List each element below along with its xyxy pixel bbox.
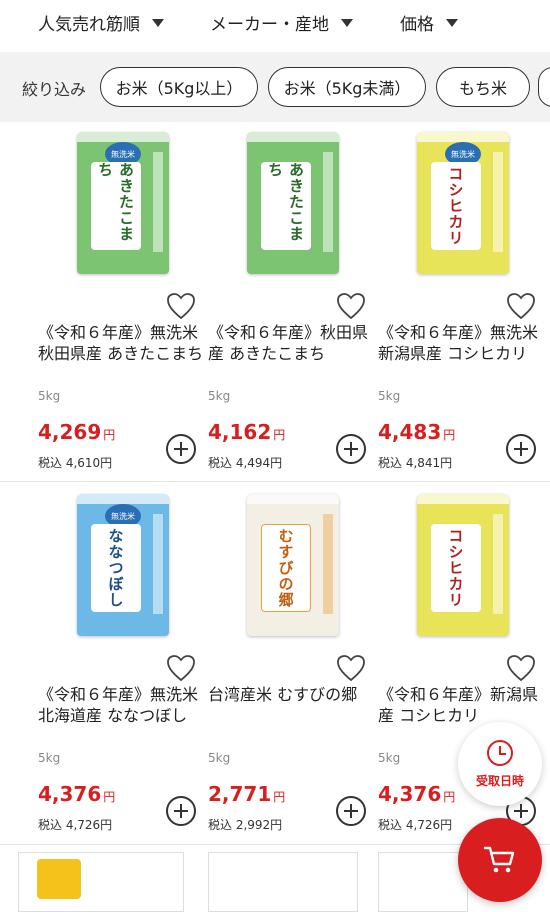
product-image[interactable]: コシヒカリ: [378, 494, 548, 664]
product-price: 4,376 円: [38, 782, 116, 806]
product-title[interactable]: 《令和６年産》秋田県産 あきたこまち: [208, 322, 374, 364]
product-card-partial[interactable]: [208, 852, 358, 912]
product-card-partial[interactable]: [18, 852, 184, 912]
favorite-heart-icon[interactable]: [336, 654, 366, 682]
product-weight: 5kg: [38, 389, 61, 403]
bag-label: コシヒカリ: [431, 524, 481, 612]
favorite-heart-icon[interactable]: [506, 292, 536, 320]
product-tax-price: 税込 4,726円: [38, 818, 113, 832]
product-price: 4,376 円: [378, 782, 456, 806]
product-title[interactable]: 《令和６年産》無洗米 北海道産 ななつぼし: [38, 684, 204, 726]
sort-maker-dropdown[interactable]: メーカー・産地: [210, 10, 353, 35]
chevron-down-icon: [341, 18, 353, 27]
sort-popular-dropdown[interactable]: 人気売れ筋順: [38, 10, 164, 35]
add-to-cart-plus-icon[interactable]: [336, 434, 366, 464]
product-weight: 5kg: [208, 751, 231, 765]
bag-label: あきたこまち: [91, 162, 141, 250]
bag-label: ななつぼし: [91, 524, 141, 612]
filter-chip-mochi-rice[interactable]: もち米: [436, 67, 530, 107]
filter-chip-rice-under-5kg[interactable]: お米（5Kg未満）: [268, 67, 426, 107]
rice-bag-image: 無洗米 コシヒカリ: [417, 132, 509, 274]
product-card[interactable]: むすびの郷 台湾産米 むすびの郷 5kg 2,771 円 税込 2,992円: [208, 494, 378, 854]
sort-maker-label: メーカー・産地: [210, 15, 329, 35]
product-tax-price: 税込 2,992円: [208, 818, 283, 832]
filter-label: 絞り込み: [22, 80, 87, 99]
pickup-datetime-button[interactable]: 受取日時: [458, 722, 542, 806]
sort-bar: 人気売れ筋順 メーカー・産地 価格: [0, 0, 550, 50]
product-price: 2,771 円: [208, 782, 286, 806]
add-to-cart-plus-icon[interactable]: [336, 796, 366, 826]
rice-bag-image: 無洗米 あきたこまち: [77, 132, 169, 274]
product-weight: 5kg: [208, 389, 231, 403]
sort-popular-label: 人気売れ筋順: [38, 15, 140, 35]
product-title[interactable]: 《令和６年産》無洗米 新潟県産 コシヒカリ: [378, 322, 544, 364]
product-tax-price: 税込 4,841円: [378, 456, 453, 470]
product-card[interactable]: 無洗米 あきたこまち 《令和６年産》無洗米 秋田県産 あきたこまち 5kg 4,…: [38, 132, 208, 492]
add-to-cart-plus-icon[interactable]: [166, 434, 196, 464]
sort-price-label: 価格: [400, 15, 434, 35]
product-title[interactable]: 《令和６年産》新潟県産 コシヒカリ: [378, 684, 544, 726]
bag-label: コシヒカリ: [431, 162, 481, 250]
clock-icon: [487, 739, 513, 766]
product-card[interactable]: 無洗米 コシヒカリ 《令和６年産》無洗米 新潟県産 コシヒカリ 5kg 4,48…: [378, 132, 548, 492]
product-card[interactable]: 無洗米 ななつぼし 《令和６年産》無洗米 北海道産 ななつぼし 5kg 4,37…: [38, 494, 208, 854]
rice-bag-image: 無洗米 ななつぼし: [77, 494, 169, 636]
product-tax-price: 税込 4,494円: [208, 456, 283, 470]
favorite-heart-icon[interactable]: [166, 292, 196, 320]
product-price: 4,483 円: [378, 420, 456, 444]
rice-bag-image: コシヒカリ: [417, 494, 509, 636]
sort-price-dropdown[interactable]: 価格: [400, 10, 458, 35]
add-to-cart-plus-icon[interactable]: [506, 434, 536, 464]
product-tax-price: 税込 4,726円: [378, 818, 453, 832]
product-image[interactable]: 無洗米 ななつぼし: [38, 494, 208, 664]
row-divider: [0, 481, 550, 482]
product-image[interactable]: 無洗米 コシヒカリ: [378, 132, 548, 302]
cart-button[interactable]: [458, 818, 542, 902]
rice-bag-image: あきたこまち: [247, 132, 339, 274]
product-title[interactable]: 《令和６年産》無洗米 秋田県産 あきたこまち: [38, 322, 204, 364]
product-weight: 5kg: [378, 751, 401, 765]
chevron-down-icon: [152, 18, 164, 27]
product-image-partial: [37, 859, 81, 899]
cart-icon: [483, 846, 515, 873]
pickup-datetime-label: 受取日時: [475, 773, 524, 788]
product-weight: 5kg: [38, 751, 61, 765]
filter-chip-rice-5kg-plus[interactable]: お米（5Kg以上）: [100, 67, 258, 107]
product-card[interactable]: あきたこまち 《令和６年産》秋田県産 あきたこまち 5kg 4,162 円 税込 …: [208, 132, 378, 492]
bag-label: むすびの郷: [261, 524, 311, 612]
product-card[interactable]: コシヒカリ 《令和６年産》新潟県産 コシヒカリ 5kg 4,376 円 税込 4,…: [378, 494, 548, 854]
filter-bar: 絞り込み お米（5Kg以上） お米（5Kg未満） もち米: [0, 52, 550, 122]
product-price: 4,162 円: [208, 420, 286, 444]
favorite-heart-icon[interactable]: [336, 292, 366, 320]
product-price: 4,269 円: [38, 420, 116, 444]
rice-bag-image: むすびの郷: [247, 494, 339, 636]
bag-label: あきたこまち: [261, 162, 311, 250]
add-to-cart-plus-icon[interactable]: [166, 796, 196, 826]
product-image[interactable]: あきたこまち: [208, 132, 378, 302]
product-title[interactable]: 台湾産米 むすびの郷: [208, 684, 374, 705]
filter-chip-more[interactable]: [538, 67, 550, 107]
product-weight: 5kg: [378, 389, 401, 403]
product-tax-price: 税込 4,610円: [38, 456, 113, 470]
favorite-heart-icon[interactable]: [506, 654, 536, 682]
product-image[interactable]: 無洗米 あきたこまち: [38, 132, 208, 302]
product-card-partial[interactable]: [378, 852, 468, 912]
product-image[interactable]: むすびの郷: [208, 494, 378, 664]
favorite-heart-icon[interactable]: [166, 654, 196, 682]
chevron-down-icon: [446, 18, 458, 27]
